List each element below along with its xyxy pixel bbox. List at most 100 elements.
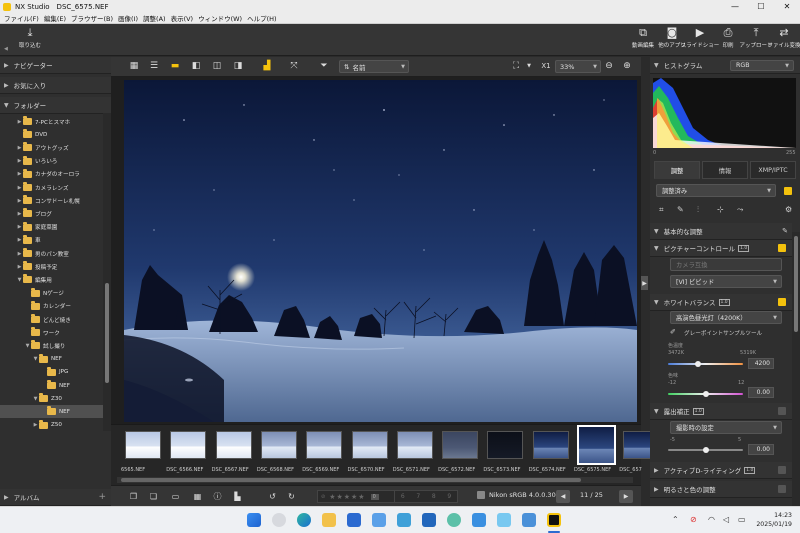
brightness-color-header[interactable]: ▶ 明るさと色の調整 <box>650 481 792 498</box>
edit-icon[interactable]: ✎ <box>782 227 788 235</box>
add-album-icon[interactable]: + <box>98 492 106 502</box>
exposure-select[interactable]: 撮影時の設定 ▼ <box>670 421 782 434</box>
outlook-icon[interactable] <box>422 513 436 527</box>
picture-control-checkbox[interactable] <box>778 244 786 252</box>
right-panel-toggle[interactable]: ▶ <box>641 276 648 290</box>
color-labels[interactable]: 6 7 8 9 <box>394 490 458 503</box>
zoom-select[interactable]: 33% ▼ <box>555 60 601 73</box>
filmstrip-thumbnail[interactable] <box>396 431 433 459</box>
preset-select[interactable]: 調整済み ▼ <box>656 184 776 197</box>
frame-icon[interactable]: ▭ <box>170 491 181 502</box>
zoom-in-icon[interactable]: ⊕ <box>621 61 633 72</box>
app-icon[interactable] <box>472 513 486 527</box>
folder-item[interactable]: Nゲージ <box>0 287 103 300</box>
calendar-icon[interactable] <box>397 513 411 527</box>
menu-browser[interactable]: ブラウザー(B) <box>71 13 113 23</box>
menu-help[interactable]: ヘルプ(H) <box>247 13 276 23</box>
edge-icon[interactable] <box>297 513 311 527</box>
main-photo[interactable] <box>124 80 637 422</box>
clock[interactable]: 14:23 2025/01/19 <box>756 511 792 529</box>
folder-item[interactable]: どんど焼き <box>0 313 103 326</box>
folders-header[interactable]: ▼ フォルダー <box>0 97 111 114</box>
exposure-checkbox[interactable] <box>778 407 786 415</box>
grid-overlay-icon[interactable]: ▦ <box>192 491 203 502</box>
expand-arrow-icon[interactable]: ▼ <box>32 356 39 362</box>
folder-item[interactable]: ▶ カナダのオーロラ <box>0 168 103 181</box>
expand-arrow-icon[interactable]: ▶ <box>32 422 39 428</box>
close-button[interactable]: ✕ <box>774 0 800 13</box>
right-panel-scrollbar[interactable] <box>792 232 800 506</box>
temperature-value[interactable]: 4200 <box>748 358 774 369</box>
zoom-out-icon[interactable]: ⊖ <box>603 61 615 72</box>
photos-icon[interactable] <box>347 513 361 527</box>
perspective-icon[interactable]: ⤳ <box>737 205 743 215</box>
menu-window[interactable]: ウィンドウ(W) <box>198 13 242 23</box>
expand-arrow-icon[interactable]: ▼ <box>16 277 23 283</box>
expand-arrow-icon[interactable]: ▶ <box>16 264 23 270</box>
temperature-slider[interactable] <box>668 363 743 365</box>
tint-value[interactable]: 0.00 <box>748 387 774 398</box>
expand-arrow-icon[interactable]: ▼ <box>24 343 31 349</box>
grid-view-icon[interactable]: ▦ <box>128 61 140 72</box>
explorer-icon[interactable] <box>322 513 336 527</box>
chevron-up-icon[interactable]: ⌃ <box>672 515 679 524</box>
rotate-left-icon[interactable]: ↺ <box>267 491 278 502</box>
expand-arrow-icon[interactable]: ▶ <box>16 211 23 217</box>
menu-file[interactable]: ファイル(F) <box>4 13 39 23</box>
exposure-value[interactable]: 0.00 <box>748 444 774 455</box>
tab-adjust[interactable]: 調整 <box>654 161 700 179</box>
sort-select[interactable]: ⇅ 名前 ▼ <box>339 60 409 73</box>
fit-icon[interactable]: ⤧ <box>288 61 300 72</box>
scroll-thumb[interactable] <box>105 283 109 383</box>
filmstrip-thumbnail[interactable] <box>351 431 388 459</box>
app-icon[interactable] <box>497 513 511 527</box>
adl-header[interactable]: ▶ アクティブD-ライティング 1.0 <box>650 462 792 479</box>
stack-icon[interactable]: ❐ <box>128 491 139 502</box>
folder-item[interactable]: ▶ ブログ <box>0 207 103 220</box>
notification-icon[interactable]: ⊘ <box>690 515 697 524</box>
folder-item[interactable]: ▶ コンサドーレ札幌 <box>0 194 103 207</box>
folder-item[interactable]: ▶ カメラレンズ <box>0 181 103 194</box>
white-balance-select[interactable]: 高演色昼光灯（4200K） ▼ <box>670 311 782 324</box>
picture-control-select[interactable]: [VI] ビビッド ▼ <box>670 275 782 288</box>
menu-view[interactable]: 表示(V) <box>171 13 194 23</box>
menu-image[interactable]: 画像(I) <box>118 13 138 23</box>
navigator-header[interactable]: ▶ ナビゲーター <box>0 57 111 74</box>
stack-expand-icon[interactable]: ❏ <box>148 491 159 502</box>
expand-arrow-icon[interactable]: ▶ <box>16 185 23 191</box>
basic-adjust-header[interactable]: ▼ 基本的な調整 ✎ <box>650 223 792 240</box>
compare-view-icon[interactable]: ◫ <box>211 61 223 72</box>
scroll-thumb[interactable] <box>121 478 581 482</box>
filter-layout-icon[interactable]: ▟ <box>261 61 273 72</box>
filmstrip-thumbnail[interactable] <box>306 431 343 459</box>
convert-button[interactable]: ⇄ ファイル変換 <box>767 27 800 53</box>
adl-checkbox[interactable] <box>778 466 786 474</box>
white-balance-header[interactable]: ▼ ホワイトバランス 1.0 <box>650 294 792 311</box>
exposure-header[interactable]: ▼ 露出補正 1.0 <box>650 403 792 420</box>
filmstrip-thumbnail[interactable] <box>532 431 569 459</box>
folder-item[interactable]: ▼ Z30 <box>0 392 103 405</box>
single-view-icon[interactable]: ▬ <box>169 61 181 72</box>
chevron-down-icon[interactable]: ▼ <box>523 61 535 72</box>
menu-edit[interactable]: 編集(E) <box>44 13 66 23</box>
rotate-right-icon[interactable]: ↻ <box>286 491 297 502</box>
histogram-mode-select[interactable]: RGB ▼ <box>730 60 794 71</box>
filmstrip-thumbnail[interactable] <box>260 431 297 459</box>
temperature-knob[interactable] <box>695 361 701 367</box>
expand-arrow-icon[interactable]: ▶ <box>16 145 23 151</box>
filmstrip-thumbnail[interactable] <box>125 431 161 459</box>
crop-tool-icon[interactable]: ⌗ <box>659 205 664 215</box>
folder-item[interactable]: NEF <box>0 379 103 392</box>
tint-knob[interactable] <box>702 391 709 397</box>
album-header[interactable]: ▶ アルバム + <box>0 489 111 506</box>
menu-adjust[interactable]: 調整(A) <box>143 13 166 23</box>
filmstrip-thumbnail[interactable] <box>215 431 252 459</box>
eyedropper-icon[interactable]: ✐ <box>670 328 676 336</box>
fit-screen-icon[interactable]: ⛶ <box>510 61 522 72</box>
filmstrip-thumbnail[interactable] <box>578 426 615 464</box>
mail-icon[interactable] <box>372 513 386 527</box>
import-button[interactable]: ⤓ 取り込む <box>13 27 47 53</box>
folder-item[interactable]: ワーク <box>0 326 103 339</box>
folder-item[interactable]: DVD <box>0 128 103 141</box>
nx-studio-taskbar-icon[interactable] <box>547 513 561 527</box>
